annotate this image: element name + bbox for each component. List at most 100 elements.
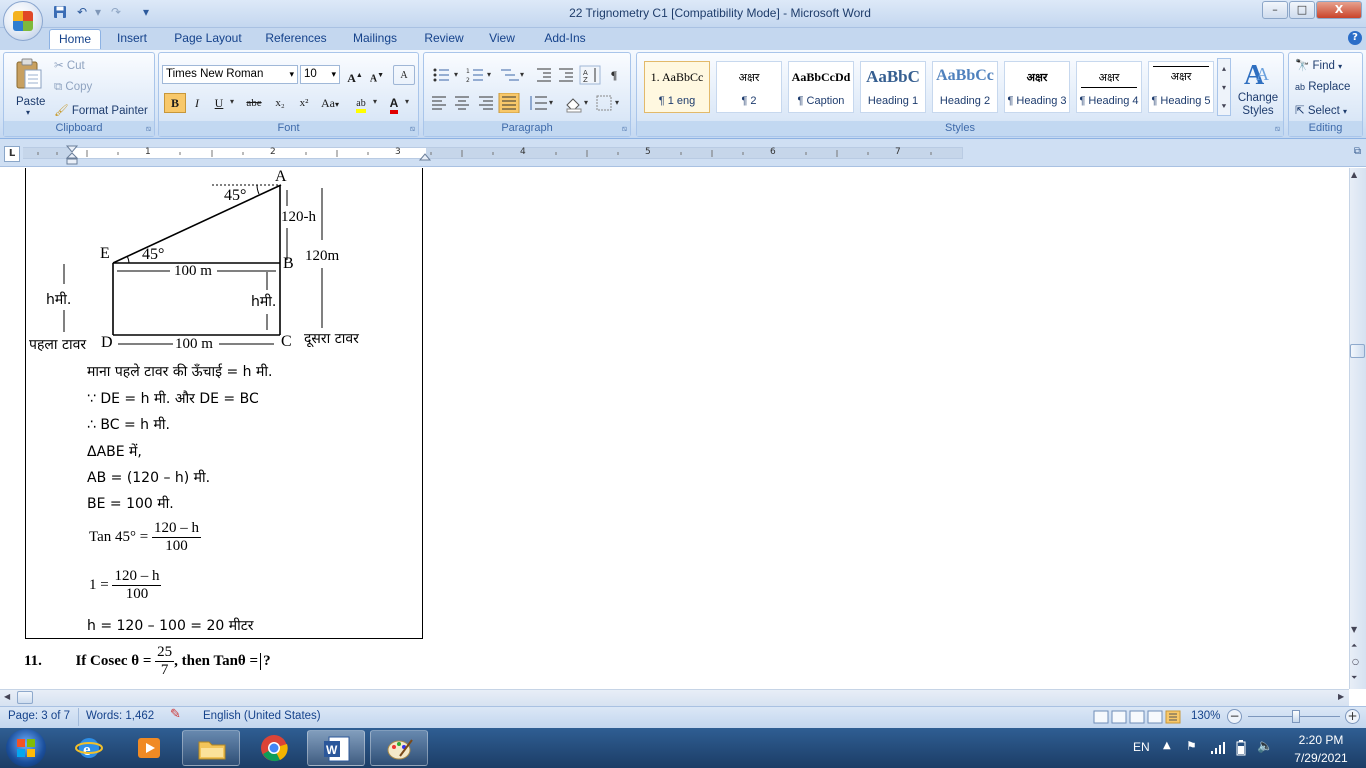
- styles-launcher-icon[interactable]: ⧅: [1275, 124, 1280, 134]
- language-indicator[interactable]: EN: [1133, 740, 1150, 754]
- undo-icon[interactable]: ↶: [74, 5, 90, 21]
- zoom-in-button[interactable]: +: [1345, 709, 1360, 724]
- styles-scroll[interactable]: ▴ ▾ ⯆: [1217, 58, 1231, 116]
- font-color-dropdown-icon[interactable]: ▾: [405, 97, 409, 106]
- taskbar-chrome[interactable]: [245, 730, 303, 766]
- customize-qat-icon[interactable]: ▾: [138, 5, 154, 21]
- left-indent-marker[interactable]: [66, 145, 78, 165]
- shrink-font-button[interactable]: A▼: [367, 65, 387, 85]
- taskbar-paint[interactable]: [370, 730, 428, 766]
- style-2[interactable]: अक्षर ¶ 2: [716, 61, 782, 113]
- next-page-icon[interactable]: ⏷: [1351, 673, 1357, 683]
- scroll-left-icon[interactable]: ◀: [4, 692, 10, 701]
- paint-icon: [387, 739, 413, 760]
- tab-add-ins[interactable]: Add-Ins: [537, 29, 593, 49]
- window-title: 22 Trignometry C1 [Compatibility Mode] -…: [569, 6, 871, 20]
- change-styles-button[interactable]: AA Change Styles: [1234, 56, 1282, 118]
- clear-formatting-button[interactable]: A: [393, 65, 415, 85]
- horizontal-scrollbar[interactable]: [0, 689, 1349, 706]
- page-count[interactable]: Page: 3 of 7: [8, 710, 70, 722]
- zoom-out-button[interactable]: −: [1227, 709, 1242, 724]
- vertical-scroll-thumb[interactable]: [1350, 344, 1365, 358]
- zoom-slider-thumb[interactable]: [1292, 710, 1300, 723]
- style-heading-4[interactable]: अक्षर ¶ Heading 4: [1076, 61, 1142, 113]
- taskbar-internet-explorer[interactable]: e: [60, 730, 118, 766]
- font-name-combo[interactable]: Times New Roman ▾: [162, 65, 298, 84]
- font-color-button[interactable]: A: [384, 93, 404, 114]
- close-button[interactable]: X: [1316, 1, 1362, 19]
- word-count[interactable]: Words: 1,462: [86, 710, 154, 722]
- previous-page-icon[interactable]: ⏶: [1351, 641, 1357, 651]
- highlight-button[interactable]: ab: [349, 93, 373, 113]
- taskbar-explorer[interactable]: [182, 730, 240, 766]
- scroll-up-icon[interactable]: ▲: [1351, 170, 1357, 179]
- help-icon[interactable]: ?: [1348, 31, 1362, 45]
- highlight-dropdown-icon[interactable]: ▾: [373, 97, 377, 106]
- volume-icon[interactable]: 🔈: [1257, 739, 1273, 754]
- style-heading-2[interactable]: AaBbCc Heading 2: [932, 61, 998, 113]
- italic-button[interactable]: I: [187, 93, 207, 113]
- change-case-button[interactable]: Aa▾: [317, 93, 343, 113]
- bold-button[interactable]: B: [164, 93, 186, 113]
- clock-date[interactable]: 7/29/2021: [1280, 751, 1362, 765]
- right-indent-marker[interactable]: [419, 149, 431, 161]
- strikethrough-button[interactable]: abe: [241, 93, 267, 113]
- view-ruler-icon[interactable]: ⧉: [1351, 146, 1364, 160]
- find-button[interactable]: 🔭 Find ▾: [1295, 58, 1342, 72]
- minimize-button[interactable]: –: [1262, 1, 1288, 19]
- underline-dropdown-icon[interactable]: ▾: [230, 97, 234, 106]
- tab-references[interactable]: References: [260, 29, 332, 49]
- style-heading-3[interactable]: अक्षर ¶ Heading 3: [1004, 61, 1070, 113]
- underline-button[interactable]: U: [209, 93, 229, 113]
- clipboard-launcher-icon[interactable]: ⧅: [146, 124, 151, 134]
- show-hidden-icons[interactable]: ▲: [1163, 740, 1171, 751]
- clear-format-icon: A: [400, 70, 408, 81]
- style-1-eng[interactable]: 1. AaBbCc ¶ 1 eng: [644, 61, 710, 113]
- paragraph-launcher-icon[interactable]: ⧅: [622, 124, 627, 134]
- format-painter-button[interactable]: 🖌 Format Painter: [54, 103, 148, 117]
- tab-insert[interactable]: Insert: [110, 29, 154, 49]
- tab-mailings[interactable]: Mailings: [346, 29, 404, 49]
- superscript-button[interactable]: x²: [293, 93, 315, 113]
- save-icon[interactable]: [52, 5, 68, 21]
- office-button[interactable]: [3, 1, 43, 41]
- style-heading-5[interactable]: अक्षर ¶ Heading 5: [1148, 61, 1214, 113]
- proofing-icon[interactable]: ✎: [170, 707, 181, 722]
- style-caption[interactable]: AaBbCcDd ¶ Caption: [788, 61, 854, 113]
- start-button[interactable]: [6, 729, 46, 767]
- view-buttons[interactable]: [1092, 710, 1188, 724]
- battery-icon[interactable]: [1236, 740, 1246, 756]
- language-status[interactable]: English (United States): [203, 710, 321, 722]
- font-launcher-icon[interactable]: ⧅: [410, 124, 415, 134]
- zoom-level[interactable]: 130%: [1191, 710, 1220, 722]
- subscript-button[interactable]: x₂: [269, 93, 291, 113]
- action-center-flag-icon[interactable]: ⚑: [1186, 739, 1197, 753]
- scroll-right-icon[interactable]: ▶: [1338, 692, 1344, 701]
- paste-button[interactable]: Paste ▾: [10, 56, 48, 118]
- maximize-button[interactable]: □: [1289, 1, 1315, 19]
- horizontal-scroll-thumb[interactable]: [17, 691, 33, 704]
- show-formatting-button[interactable]: ¶: [604, 65, 624, 85]
- tab-home[interactable]: Home: [49, 29, 101, 49]
- network-signal-icon[interactable]: [1210, 741, 1226, 755]
- cut-button[interactable]: ✂ Cut: [54, 58, 85, 72]
- vertical-scrollbar[interactable]: [1349, 168, 1366, 689]
- scroll-down-icon[interactable]: ▼: [1351, 625, 1357, 634]
- taskbar-word[interactable]: W: [307, 730, 365, 766]
- tab-review[interactable]: Review: [418, 29, 470, 49]
- replace-button[interactable]: ab Replace: [1295, 81, 1350, 93]
- redo-icon[interactable]: ↷: [108, 5, 124, 21]
- grow-font-button[interactable]: A▲: [345, 65, 365, 85]
- font-size-combo[interactable]: 10 ▾: [300, 65, 340, 84]
- taskbar-media-player[interactable]: [120, 730, 178, 766]
- undo-dropdown-icon[interactable]: ▾: [90, 5, 106, 21]
- style-heading-1[interactable]: AaBbC Heading 1: [860, 61, 926, 113]
- tab-view[interactable]: View: [482, 29, 522, 49]
- tab-page-layout[interactable]: Page Layout: [170, 29, 246, 49]
- tab-selector[interactable]: L: [4, 146, 20, 162]
- copy-button[interactable]: ⧉ Copy: [54, 81, 92, 94]
- select-browse-object-icon[interactable]: ○: [1352, 657, 1359, 666]
- clock-time[interactable]: 2:20 PM: [1280, 733, 1362, 747]
- editing-group: 🔭 Find ▾ ab Replace ⇱ Select ▾ Editing: [1288, 52, 1363, 137]
- select-button[interactable]: ⇱ Select ▾: [1295, 103, 1347, 117]
